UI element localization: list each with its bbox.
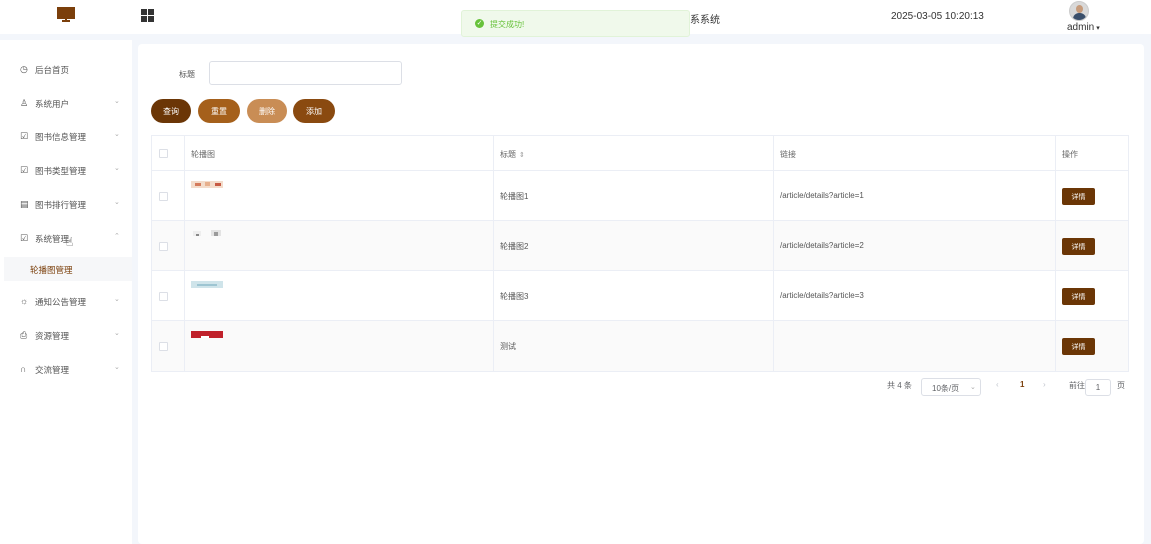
chevron-down-icon: ⌄ <box>114 364 120 371</box>
sidebar-item-label: 通知公告管理 <box>35 297 87 307</box>
system-title: 系系统 <box>690 15 720 26</box>
carousel-table: 轮播图 标题 ⇕ 链接 操作 轮播图1 /article/details?arti… <box>151 135 1129 372</box>
page-number-active[interactable]: 1 <box>1020 380 1024 389</box>
user-dropdown[interactable]: admin ▾ <box>1067 22 1100 33</box>
sidebar-item-notice[interactable]: ☼ 通知公告管理 ⌄ <box>0 287 132 315</box>
column-header: 链接 <box>780 150 796 159</box>
toast-message: 提交成功! <box>490 20 525 29</box>
monitor-logo-icon[interactable] <box>57 7 75 24</box>
add-button[interactable]: 添加 <box>293 99 335 123</box>
chevron-down-icon: ⌄ <box>114 131 120 138</box>
sidebar-item-label: 交流管理 <box>35 365 70 375</box>
sidebar-item-exchange[interactable]: ∩ 交流管理 ⌄ <box>0 355 132 383</box>
goto-label: 前往 <box>1069 381 1085 390</box>
chevron-down-icon: ⌄ <box>114 98 120 105</box>
page-size-value: 10条/页 <box>932 384 960 393</box>
row-link: /article/details?article=1 <box>780 191 864 200</box>
row-checkbox[interactable] <box>159 192 168 201</box>
column-header: 轮播图 <box>191 150 215 159</box>
detail-button[interactable]: 详情 <box>1062 338 1095 355</box>
chevron-down-icon: ⌄ <box>114 296 120 303</box>
carousel-thumbnail <box>191 281 223 288</box>
carousel-thumbnail <box>191 331 223 338</box>
avatar[interactable] <box>1069 1 1089 21</box>
page-unit-label: 页 <box>1117 381 1125 390</box>
row-link: /article/details?article=3 <box>780 291 864 300</box>
sidebar-item-label: 后台首页 <box>35 65 70 75</box>
page-size-select[interactable]: 10条/页 ⌄ <box>921 378 981 396</box>
chevron-down-icon: ⌄ <box>114 330 120 337</box>
table-row: 测试 详情 <box>152 321 1128 371</box>
chart-icon: ☑ <box>20 131 29 141</box>
sidebar-subitem-label: 轮播图管理 <box>30 265 73 275</box>
sidebar-item-label: 系统管理 <box>35 234 70 244</box>
reset-button[interactable]: 重置 <box>198 99 240 123</box>
printer-icon: ⎙ <box>20 330 28 340</box>
user-icon: ♙ <box>20 98 29 108</box>
delete-button[interactable]: 删除 <box>247 99 287 123</box>
sidebar-item-book-type[interactable]: ☑ 图书类型管理 ⌄ <box>0 156 132 184</box>
title-filter-label: 标题 <box>179 70 195 79</box>
row-title: 轮播图1 <box>500 192 529 201</box>
chevron-down-icon: ⌄ <box>114 165 120 172</box>
sidebar: ◷ 后台首页 ♙ 系统用户 ⌄ ☑ 图书信息管理 ⌄ ☑ 图书类型管理 ⌄ ▤ … <box>0 40 132 544</box>
chevron-down-icon: ⌄ <box>970 384 976 391</box>
list-icon: ▤ <box>20 199 29 209</box>
sidebar-item-book-rank[interactable]: ▤ 图书排行管理 ⌄ <box>0 190 132 218</box>
user-name: admin <box>1067 22 1095 33</box>
carousel-thumbnail <box>191 181 223 188</box>
select-all-checkbox[interactable] <box>159 149 168 158</box>
sidebar-item-label: 图书信息管理 <box>35 132 87 142</box>
title-filter-input[interactable] <box>209 61 402 85</box>
table-row: 轮播图3 /article/details?article=3 详情 <box>152 271 1128 321</box>
hand-cursor-icon: ☝ <box>66 235 74 249</box>
sidebar-subitem-carousel[interactable]: 轮播图管理 <box>4 257 132 281</box>
sidebar-item-label: 系统用户 <box>35 99 70 109</box>
success-toast: ✓ 提交成功! <box>461 10 690 37</box>
detail-button[interactable]: 详情 <box>1062 188 1095 205</box>
prev-page-button[interactable]: ‹ <box>996 380 999 389</box>
chevron-down-icon: ⌄ <box>114 199 120 206</box>
column-header-title[interactable]: 标题 ⇕ <box>500 149 525 160</box>
sidebar-item-resource[interactable]: ⎙ 资源管理 ⌄ <box>0 321 132 349</box>
chart-icon: ☑ <box>20 233 29 243</box>
sort-icon[interactable]: ⇕ <box>519 152 525 159</box>
row-checkbox[interactable] <box>159 242 168 251</box>
chevron-up-icon: ⌃ <box>114 233 120 240</box>
row-title: 轮播图3 <box>500 292 529 301</box>
next-page-button[interactable]: › <box>1043 380 1046 389</box>
row-title: 测试 <box>500 342 516 351</box>
row-checkbox[interactable] <box>159 292 168 301</box>
sun-icon: ☼ <box>20 296 29 306</box>
sidebar-item-label: 资源管理 <box>35 331 70 341</box>
check-circle-icon: ✓ <box>475 19 484 28</box>
chevron-down-icon: ▾ <box>1096 25 1100 32</box>
table-row: 轮播图2 /article/details?article=2 详情 <box>152 221 1128 271</box>
row-title: 轮播图2 <box>500 242 529 251</box>
table-row: 轮播图1 /article/details?article=1 详情 <box>152 171 1128 221</box>
grid-menu-icon[interactable] <box>141 9 154 22</box>
column-header: 操作 <box>1062 150 1078 159</box>
query-button[interactable]: 查询 <box>151 99 191 123</box>
sidebar-item-book-info[interactable]: ☑ 图书信息管理 ⌄ <box>0 122 132 150</box>
table-header: 轮播图 标题 ⇕ 链接 操作 <box>152 136 1128 171</box>
current-datetime: 2025-03-05 10:20:13 <box>891 11 984 22</box>
row-link: /article/details?article=2 <box>780 241 864 250</box>
carousel-thumbnail <box>193 230 221 236</box>
row-checkbox[interactable] <box>159 342 168 351</box>
detail-button[interactable]: 详情 <box>1062 288 1095 305</box>
chart-icon: ☑ <box>20 165 29 175</box>
sidebar-item-users[interactable]: ♙ 系统用户 ⌄ <box>0 89 132 117</box>
sidebar-item-label: 图书排行管理 <box>35 200 87 210</box>
goto-page-input[interactable] <box>1085 379 1111 396</box>
sidebar-item-label: 图书类型管理 <box>35 166 87 176</box>
headset-icon: ∩ <box>20 364 27 374</box>
total-count: 共 4 条 <box>887 381 912 390</box>
detail-button[interactable]: 详情 <box>1062 238 1095 255</box>
clock-icon: ◷ <box>20 64 28 74</box>
main-panel: 标题 查询 重置 删除 添加 轮播图 标题 ⇕ 链接 操作 轮播图1 /artic… <box>138 44 1144 544</box>
sidebar-item-home[interactable]: ◷ 后台首页 <box>0 55 132 83</box>
